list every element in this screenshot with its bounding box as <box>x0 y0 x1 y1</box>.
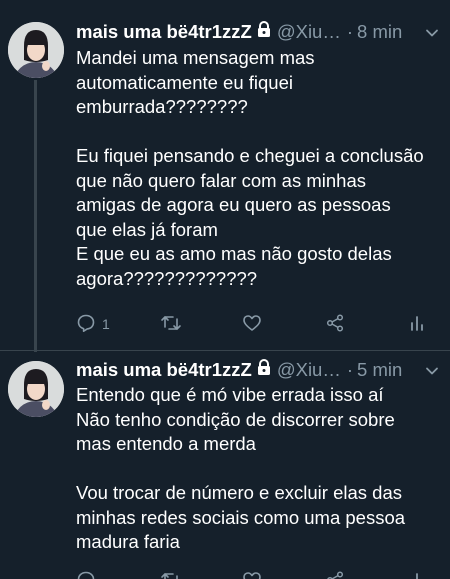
tweet-text: Mandei uma mensagem mas automaticamente … <box>76 46 444 291</box>
tweet-text-line: Mandei uma mensagem mas <box>76 47 315 68</box>
tweet-header: mais uma bë4tr1zzZ @Xiu… · 5 min <box>76 358 440 382</box>
lock-icon <box>256 359 272 381</box>
reply-count: 1 <box>102 316 110 332</box>
share-icon <box>325 570 345 579</box>
tweet-text: Entendo que é mó vibe errada isso aí Não… <box>76 383 444 555</box>
tweet-header: mais uma bë4tr1zzZ @Xiu… · 8 min <box>76 20 440 44</box>
chevron-down-icon[interactable] <box>424 362 440 384</box>
like-button[interactable] <box>242 570 262 579</box>
tweet-timestamp[interactable]: 8 min <box>357 21 402 43</box>
tweet-actions <box>76 570 440 579</box>
share-button[interactable] <box>325 313 345 336</box>
share-icon <box>325 313 345 336</box>
like-button[interactable] <box>242 313 262 336</box>
heart-icon <box>242 570 262 579</box>
tweet-text-line: amigas de agora eu quero as pessoas <box>76 194 391 215</box>
tweet-text-line: Não tenho condição de discorrer sobre <box>76 408 395 430</box>
reply-icon <box>76 313 96 336</box>
tweet-text-line: E que eu as amo mas não gosto delas <box>76 243 392 264</box>
separator-dot: · <box>346 21 354 42</box>
tweet-text-line: automaticamente eu fiquei <box>76 71 293 93</box>
tweet-1[interactable]: mais uma bë4tr1zzZ @Xiu… · 8 min Mandei … <box>0 0 450 352</box>
tweet-text-line: mas entendo a merda <box>76 433 256 454</box>
lock-icon <box>256 21 272 43</box>
tweet-text-line: madura faria <box>76 531 180 552</box>
heart-icon <box>242 313 262 336</box>
author-handle[interactable]: @Xiu… <box>277 359 341 381</box>
share-button[interactable] <box>325 570 345 579</box>
tweet-timestamp[interactable]: 5 min <box>357 359 402 381</box>
author-handle[interactable]: @Xiu… <box>277 21 341 43</box>
separator-dot: · <box>346 359 354 380</box>
avatar[interactable] <box>8 361 64 417</box>
author-name[interactable]: mais uma bë4tr1zzZ <box>76 21 252 43</box>
retweet-icon <box>160 570 182 579</box>
retweet-button[interactable] <box>160 313 182 336</box>
tweet-text-line: emburrada???????? <box>76 96 248 117</box>
reply-button[interactable]: 1 <box>76 313 110 336</box>
tweet-text-line: minhas redes sociais como uma pessoa <box>76 506 406 528</box>
tweet-text-line: que elas já foram <box>76 218 218 240</box>
tweet-text-line: Vou trocar de número e excluir elas das <box>76 482 402 503</box>
analytics-icon <box>408 313 426 336</box>
thread-connector-line <box>34 80 37 352</box>
reply-icon <box>76 570 96 579</box>
tweet-text-line: Entendo que é mó vibe errada isso aí <box>76 384 384 405</box>
analytics-icon <box>408 570 426 579</box>
tweet-text-line: agora????????????? <box>76 267 258 289</box>
analytics-button[interactable] <box>408 313 426 336</box>
chevron-down-icon[interactable] <box>424 24 440 46</box>
tweet-2[interactable]: mais uma bë4tr1zzZ @Xiu… · 5 min Entendo… <box>0 351 450 579</box>
tweet-text-line: Eu fiquei pensando e cheguei a conclusão <box>76 145 424 166</box>
retweet-button[interactable] <box>160 570 182 579</box>
timeline-feed: mais uma bë4tr1zzZ @Xiu… · 8 min Mandei … <box>0 0 450 579</box>
tweet-actions: 1 <box>76 313 440 335</box>
avatar[interactable] <box>8 22 64 78</box>
retweet-icon <box>160 313 182 336</box>
author-name[interactable]: mais uma bë4tr1zzZ <box>76 359 252 381</box>
tweet-text-line: que não quero falar com as minhas <box>76 169 367 191</box>
reply-button[interactable] <box>76 570 96 579</box>
analytics-button[interactable] <box>408 570 426 579</box>
